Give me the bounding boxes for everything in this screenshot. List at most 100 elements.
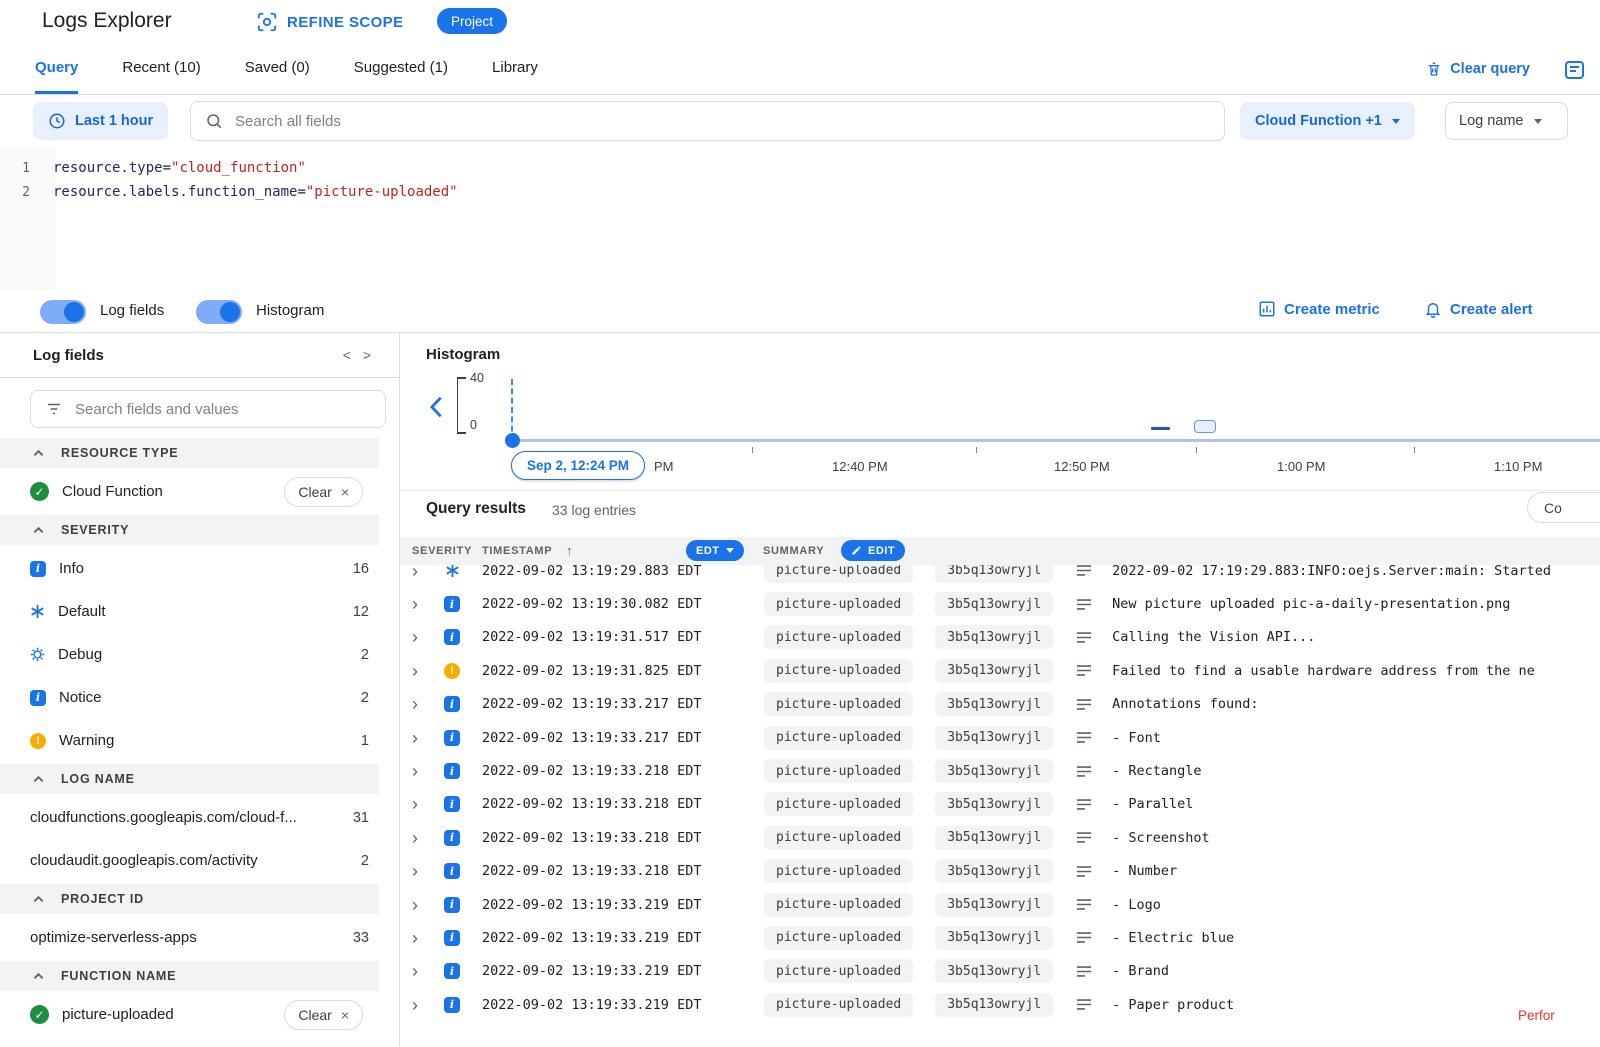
tab-query[interactable]: Query bbox=[35, 43, 78, 94]
execution-id-chip: 3b5q13owryjl bbox=[935, 759, 1053, 783]
log-entry-row[interactable]: › i ! 2022-09-02 13:19:33.219 EDT pictu bbox=[400, 888, 1600, 921]
log-entry-row[interactable]: › i ! 2022-09-02 13:19:33.219 EDT pictu bbox=[400, 955, 1600, 988]
time-range-button[interactable]: Last 1 hour bbox=[33, 102, 168, 140]
y-axis-max-label: 40 bbox=[470, 371, 484, 385]
log-entry-row[interactable]: › i ! 2022-09-02 13:19:31.517 EDT pictu bbox=[400, 621, 1600, 654]
query-field: resource.labels.function_name bbox=[53, 184, 297, 200]
expand-chevron-icon[interactable]: › bbox=[412, 565, 434, 580]
expand-chevron-icon[interactable]: › bbox=[412, 929, 434, 947]
edit-label: EDIT bbox=[868, 545, 895, 557]
tab-suggested[interactable]: Suggested (1) bbox=[354, 43, 448, 94]
tab-saved[interactable]: Saved (0) bbox=[245, 43, 310, 94]
log-name-item[interactable]: cloudaudit.googleapis.com/activity 2 bbox=[0, 839, 399, 882]
expand-chevron-icon[interactable]: › bbox=[412, 896, 434, 914]
execution-id-chip: 3b5q13owryjl bbox=[935, 959, 1053, 983]
function-name-selected-item[interactable]: ✓ picture-uploaded Clear × bbox=[0, 993, 399, 1036]
clear-function-name-button[interactable]: Clear × bbox=[284, 1000, 363, 1030]
clear-resource-type-button[interactable]: Clear × bbox=[284, 477, 363, 507]
selection-drag-handle[interactable] bbox=[505, 433, 520, 448]
timezone-dropdown[interactable]: EDT bbox=[686, 540, 744, 561]
search-all-fields-input[interactable] bbox=[235, 113, 1210, 130]
severity-item-notice[interactable]: i Notice 2 bbox=[0, 676, 399, 719]
function-name-chip: picture-uploaded bbox=[764, 859, 913, 883]
severity-icon: i ! bbox=[444, 763, 460, 779]
axis-tick bbox=[976, 447, 977, 453]
log-timestamp: 2022-09-02 13:19:33.219 EDT bbox=[482, 997, 710, 1013]
create-alert-button[interactable]: Create alert bbox=[1424, 300, 1533, 318]
axis-label: PM bbox=[654, 459, 674, 474]
info-icon: i bbox=[444, 629, 460, 645]
section-project-id[interactable]: PROJECT ID bbox=[0, 884, 379, 914]
expand-chevron-icon[interactable]: › bbox=[412, 762, 434, 780]
log-fields-toggle[interactable] bbox=[40, 300, 86, 324]
sort-ascending-icon[interactable]: ↑ bbox=[566, 543, 573, 558]
log-entry-row[interactable]: › i ! 2022-09-02 13:19:31.825 EDT pictu bbox=[400, 654, 1600, 687]
histogram-baseline bbox=[512, 439, 1600, 442]
clear-query-button[interactable]: Clear query bbox=[1426, 43, 1530, 94]
expand-chevron-icon[interactable]: › bbox=[412, 862, 434, 880]
time-selection-marker[interactable]: Sep 2, 12:24 PM bbox=[511, 451, 645, 480]
expand-chevron-icon[interactable]: › bbox=[412, 595, 434, 613]
tab-library[interactable]: Library bbox=[492, 43, 538, 94]
execution-id-chip: 3b5q13owryjl bbox=[935, 859, 1053, 883]
severity-item-default[interactable]: Default 12 bbox=[0, 590, 399, 633]
expand-chevron-icon[interactable]: › bbox=[412, 962, 434, 980]
time-range-label: Last 1 hour bbox=[75, 113, 153, 129]
expand-chevron-icon[interactable]: › bbox=[412, 795, 434, 813]
severity-icon: i ! bbox=[444, 963, 460, 979]
filter-icon bbox=[45, 400, 63, 418]
expand-chevron-icon[interactable]: › bbox=[412, 996, 434, 1014]
expand-chevron-icon[interactable]: › bbox=[412, 729, 434, 747]
query-editor[interactable]: 1 resource.type="cloud_function" 2 resou… bbox=[0, 148, 1600, 290]
column-timestamp[interactable]: TIMESTAMP bbox=[482, 545, 552, 557]
log-timestamp: 2022-09-02 13:19:33.218 EDT bbox=[482, 830, 710, 846]
query-operator: = bbox=[163, 160, 171, 176]
summary-lines-icon bbox=[1076, 965, 1092, 978]
histogram-toggle[interactable] bbox=[196, 300, 242, 324]
cut-off-action-button[interactable]: Co bbox=[1527, 492, 1600, 523]
fields-search-input[interactable] bbox=[75, 401, 371, 418]
log-entry-row[interactable]: › i ! 2022-09-02 13:19:30.082 EDT pictu bbox=[400, 587, 1600, 620]
tab-recent[interactable]: Recent (10) bbox=[122, 43, 200, 94]
section-log-name[interactable]: LOG NAME bbox=[0, 764, 379, 794]
section-function-name[interactable]: FUNCTION NAME bbox=[0, 961, 379, 991]
section-resource-type[interactable]: RESOURCE TYPE bbox=[0, 438, 379, 468]
severity-icon: i ! bbox=[444, 565, 460, 578]
resource-filter-dropdown[interactable]: Cloud Function +1 bbox=[1240, 102, 1415, 140]
expand-chevron-icon[interactable]: › bbox=[412, 695, 434, 713]
axis-label: 12:50 PM bbox=[1054, 459, 1110, 474]
edit-summary-button[interactable]: EDIT bbox=[841, 540, 905, 561]
log-name-dropdown[interactable]: Log name bbox=[1445, 102, 1568, 140]
results-table-header: SEVERITY TIMESTAMP ↑ EDT SUMMARY EDIT bbox=[400, 537, 1600, 565]
log-timestamp: 2022-09-02 13:19:33.219 EDT bbox=[482, 930, 710, 946]
histogram-pan-left-icon[interactable] bbox=[429, 395, 443, 422]
log-entry-row[interactable]: › i ! 2022-09-02 13:19:29.883 EDT pictu bbox=[400, 565, 1600, 587]
log-entry-row[interactable]: › i ! 2022-09-02 13:19:33.218 EDT pictu bbox=[400, 788, 1600, 821]
expand-chevron-icon[interactable]: › bbox=[412, 829, 434, 847]
resource-type-selected-item[interactable]: ✓ Cloud Function Clear × bbox=[0, 470, 399, 513]
severity-item-info[interactable]: i Info 16 bbox=[0, 547, 399, 590]
log-entry-row[interactable]: › i ! 2022-09-02 13:19:33.217 EDT pictu bbox=[400, 688, 1600, 721]
log-entry-row[interactable]: › i ! 2022-09-02 13:19:33.218 EDT pictu bbox=[400, 821, 1600, 854]
y-axis-min-label: 0 bbox=[470, 418, 477, 432]
log-entry-row[interactable]: › i ! 2022-09-02 13:19:33.217 EDT pictu bbox=[400, 721, 1600, 754]
refine-scope-button[interactable]: REFINE SCOPE bbox=[256, 11, 404, 33]
summary-lines-icon bbox=[1076, 631, 1092, 644]
create-metric-button[interactable]: Create metric bbox=[1258, 300, 1380, 318]
summary-lines-icon bbox=[1076, 598, 1092, 611]
log-entry-row[interactable]: › i ! 2022-09-02 13:19:33.219 EDT pictu bbox=[400, 921, 1600, 954]
severity-item-warning[interactable]: ! Warning 1 bbox=[0, 719, 399, 762]
cut-off-toolbar-icon[interactable] bbox=[1562, 58, 1586, 87]
execution-id-chip: 3b5q13owryjl bbox=[935, 792, 1053, 816]
section-severity[interactable]: SEVERITY bbox=[0, 515, 379, 545]
log-entry-row[interactable]: › i ! 2022-09-02 13:19:33.218 EDT pictu bbox=[400, 855, 1600, 888]
project-id-item[interactable]: optimize-serverless-apps 33 bbox=[0, 916, 399, 959]
log-entry-row[interactable]: › i ! 2022-09-02 13:19:33.219 EDT pictu bbox=[400, 988, 1600, 1021]
expand-chevron-icon[interactable]: › bbox=[412, 628, 434, 646]
log-entry-row[interactable]: › i ! 2022-09-02 13:19:33.218 EDT pictu bbox=[400, 754, 1600, 787]
info-icon: i bbox=[444, 763, 460, 779]
severity-item-debug[interactable]: Debug 2 bbox=[0, 633, 399, 676]
collapse-panel-icon[interactable]: < > bbox=[343, 347, 375, 363]
expand-chevron-icon[interactable]: › bbox=[412, 662, 434, 680]
log-name-item[interactable]: cloudfunctions.googleapis.com/cloud-f...… bbox=[0, 796, 399, 839]
